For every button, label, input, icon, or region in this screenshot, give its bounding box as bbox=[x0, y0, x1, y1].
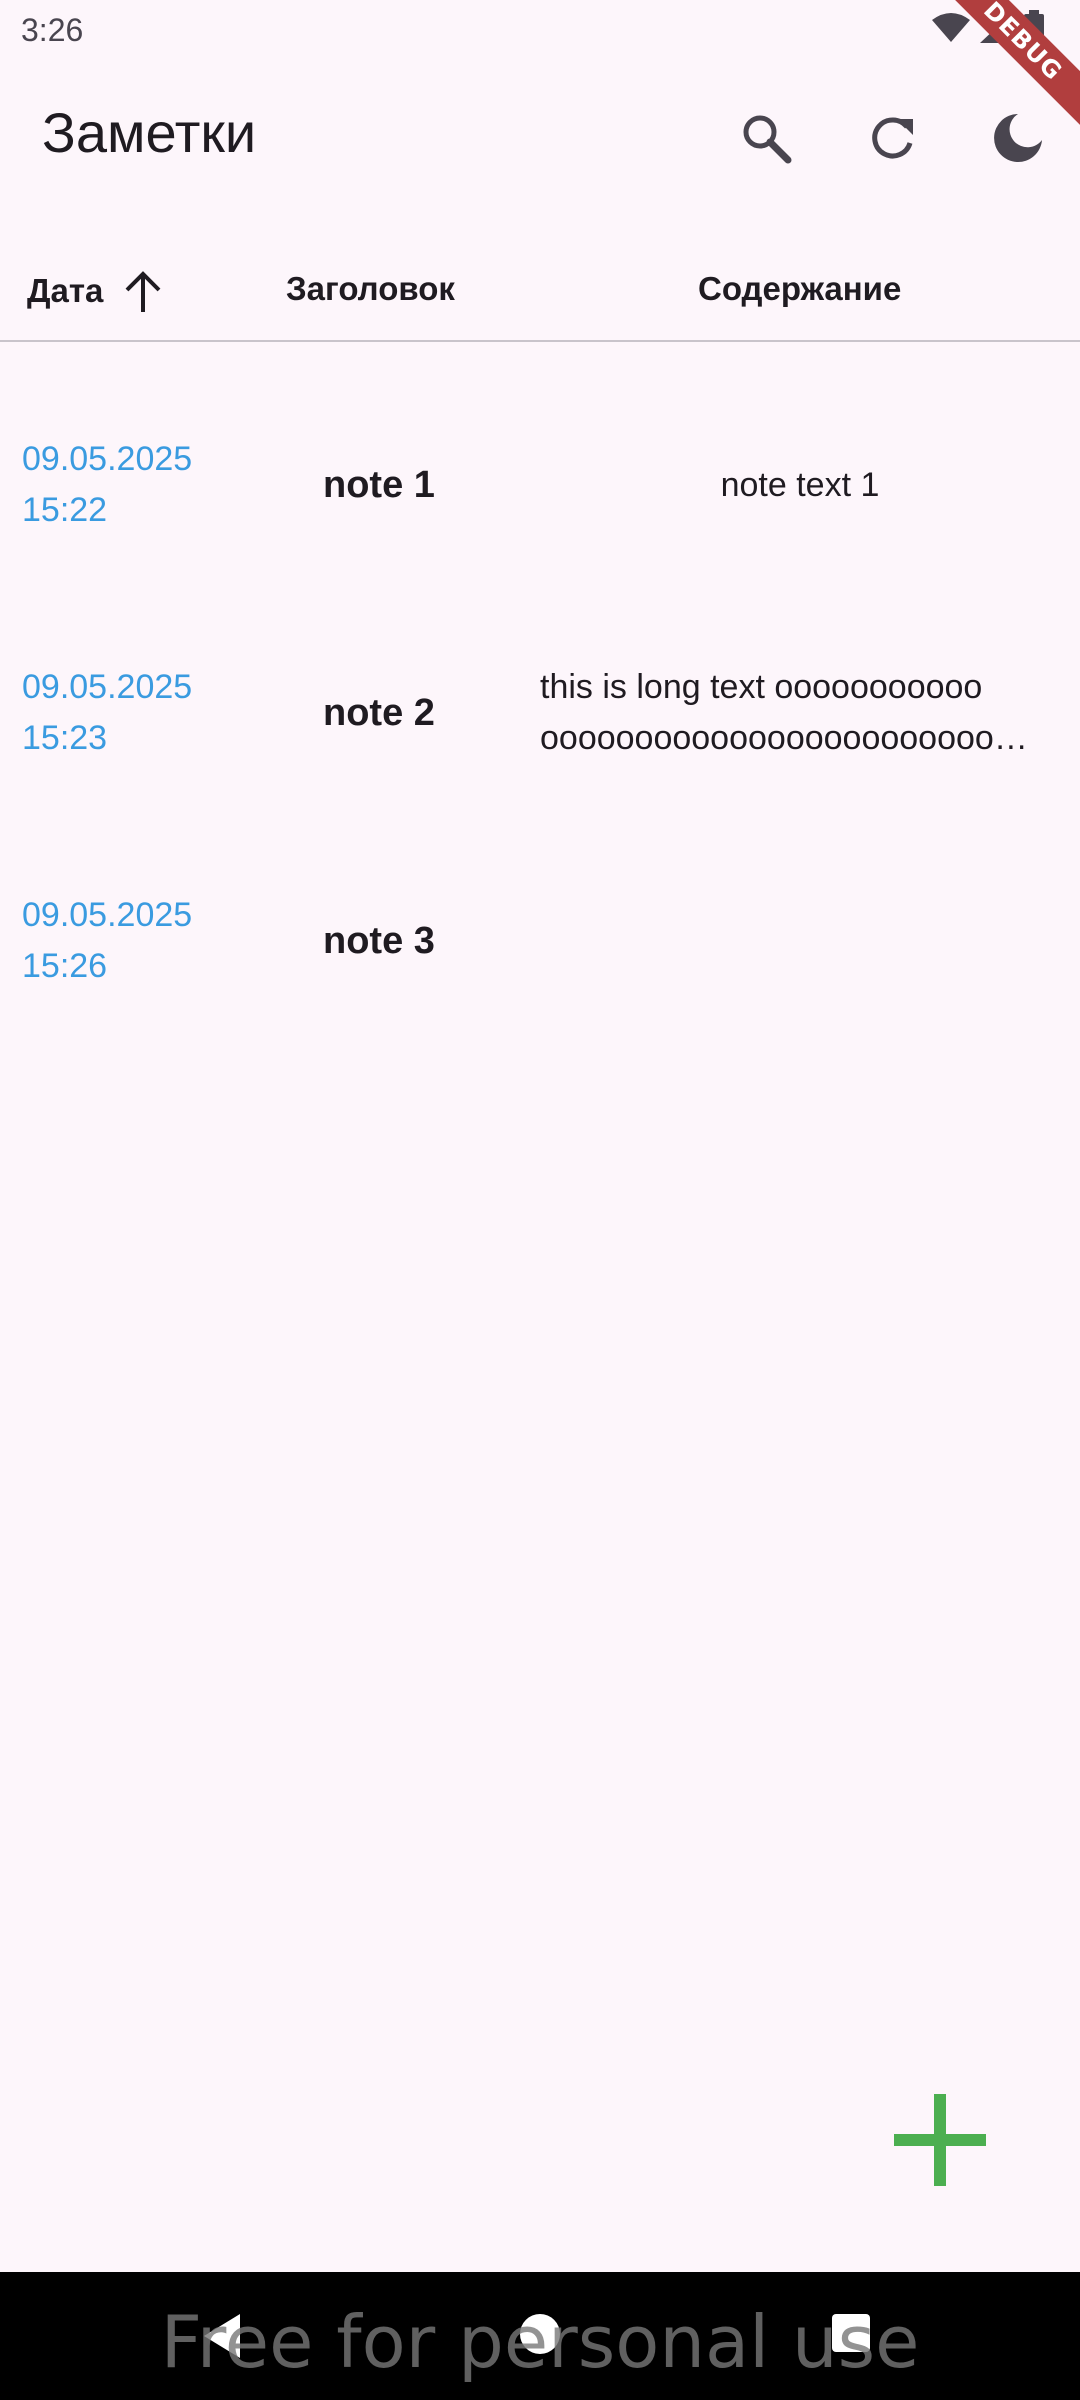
page-title: Заметки bbox=[42, 101, 257, 164]
row-content-line1: this is long text ooooooooooo bbox=[540, 668, 983, 706]
row-date-day: 09.05.2025 bbox=[22, 668, 193, 706]
table-row[interactable]: 09.05.2025 15:22 note 1 note text 1 bbox=[0, 374, 1080, 602]
status-time: 3:26 bbox=[21, 12, 84, 48]
row-title: note 2 bbox=[323, 692, 435, 734]
table-row[interactable]: 09.05.2025 15:26 note 3 bbox=[0, 830, 1080, 1058]
refresh-button[interactable] bbox=[856, 102, 928, 174]
row-date-day: 09.05.2025 bbox=[22, 440, 193, 478]
row-content-line1: note text 1 bbox=[720, 466, 880, 504]
row-date-time: 15:22 bbox=[22, 491, 108, 529]
row-content-line2: oooooooooooooooooooooooo… bbox=[540, 719, 1028, 757]
column-header-title[interactable]: Заголовок bbox=[286, 270, 455, 308]
refresh-icon bbox=[872, 117, 913, 159]
add-note-button[interactable] bbox=[880, 2080, 1000, 2200]
row-date-day: 09.05.2025 bbox=[22, 896, 193, 934]
table-row[interactable]: 09.05.2025 15:23 note 2 this is long tex… bbox=[0, 602, 1080, 830]
status-bar: 3:26 bbox=[0, 0, 1080, 64]
plus-icon bbox=[894, 2094, 986, 2186]
watermark: Free for personal use bbox=[160, 2300, 920, 2384]
wifi-icon bbox=[932, 13, 970, 42]
column-header-date[interactable]: Дата bbox=[27, 270, 163, 312]
search-icon bbox=[743, 115, 792, 164]
row-content: note text 1 bbox=[540, 460, 1060, 511]
row-title: note 3 bbox=[323, 920, 435, 962]
search-button[interactable] bbox=[730, 102, 802, 174]
row-date-time: 15:23 bbox=[22, 719, 108, 757]
dark-mode-icon bbox=[994, 114, 1042, 162]
row-content: this is long text ooooooooooo oooooooooo… bbox=[540, 662, 1060, 764]
row-date: 09.05.2025 15:22 bbox=[22, 434, 192, 536]
column-header-date-label: Дата bbox=[27, 272, 104, 309]
row-date: 09.05.2025 15:26 bbox=[22, 890, 192, 992]
app-bar: Заметки bbox=[0, 64, 1080, 204]
table-header: Дата Заголовок Содержание bbox=[0, 240, 1080, 342]
row-title: note 1 bbox=[323, 464, 435, 506]
row-date: 09.05.2025 15:23 bbox=[22, 662, 192, 764]
arrow-up-icon bbox=[125, 271, 161, 312]
column-header-content[interactable]: Содержание bbox=[698, 270, 901, 308]
theme-toggle-button[interactable] bbox=[982, 102, 1054, 174]
row-date-time: 15:26 bbox=[22, 947, 108, 985]
